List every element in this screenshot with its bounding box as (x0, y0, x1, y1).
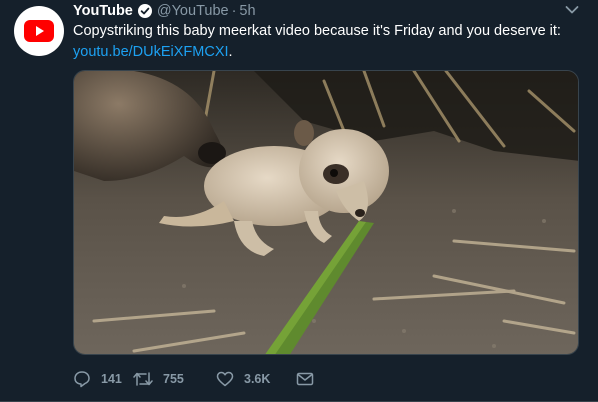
reply-icon (73, 370, 91, 388)
author-name[interactable]: YouTube (73, 3, 133, 19)
author-handle[interactable]: @YouTube (157, 3, 229, 19)
tweet-timestamp[interactable]: 5h (239, 3, 255, 19)
tweet-link[interactable]: youtu.be/DUkEiXFMCXI (73, 44, 229, 60)
like-count: 3.6K (244, 372, 271, 386)
direct-message-button[interactable] (296, 371, 314, 387)
tweet[interactable]: YouTube @YouTube · 5h Copystriking this … (0, 0, 598, 402)
retweet-icon (133, 370, 153, 388)
tweet-text: Copystriking this baby meerkat video bec… (73, 21, 578, 63)
separator-dot: · (231, 3, 237, 19)
heart-icon (216, 370, 234, 388)
tweet-header: YouTube @YouTube · 5h (73, 2, 256, 20)
verified-badge-icon (137, 3, 153, 19)
reply-button[interactable]: 141 (73, 370, 133, 388)
avatar[interactable] (14, 6, 64, 56)
youtube-logo-icon (24, 20, 54, 42)
retweet-count: 755 (163, 372, 184, 386)
video-thumbnail[interactable] (73, 70, 579, 355)
tweet-text-line: Copystriking this baby meerkat video bec… (73, 23, 561, 39)
chevron-down-icon (565, 2, 579, 20)
retweet-button[interactable]: 755 (133, 370, 208, 388)
tweet-text-suffix: . (228, 44, 233, 60)
tweet-menu-button[interactable] (564, 4, 580, 18)
reply-count: 141 (101, 372, 122, 386)
tweet-actions: 141 755 3.6K (73, 368, 314, 390)
envelope-icon (296, 371, 314, 387)
like-button[interactable]: 3.6K (216, 370, 296, 388)
